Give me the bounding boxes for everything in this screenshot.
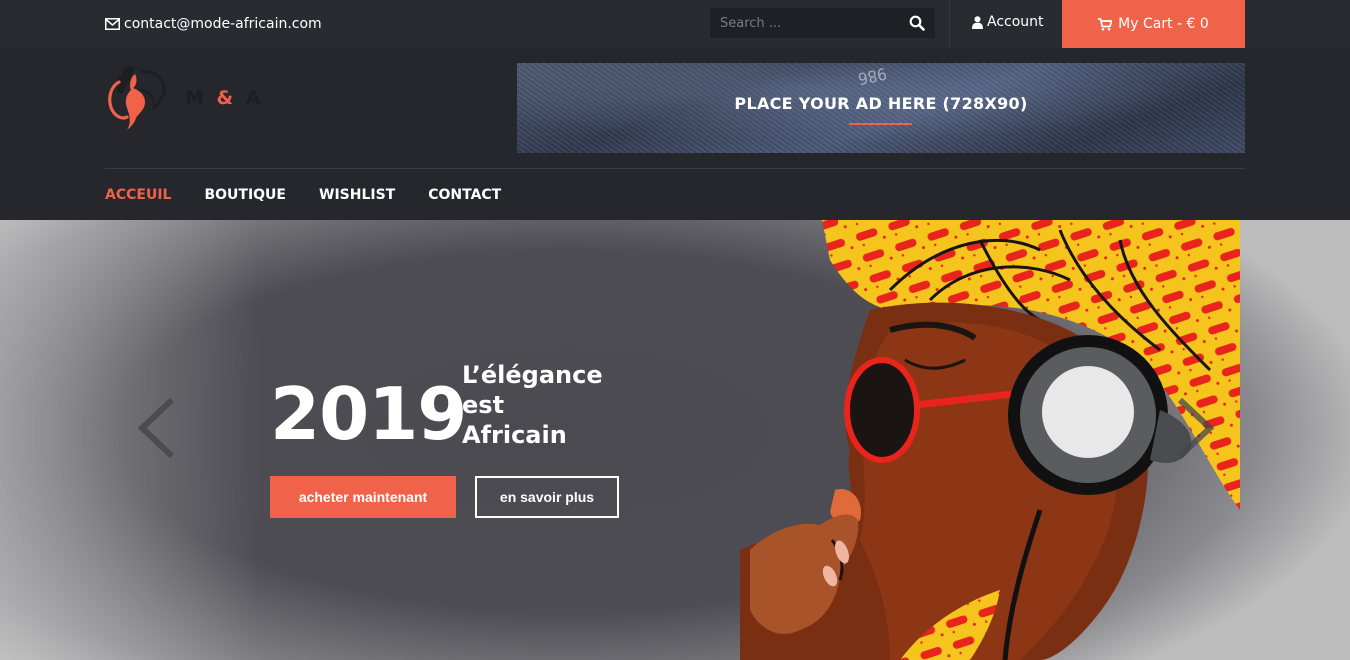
contact-email-text: contact@mode-africain.com: [124, 16, 322, 32]
nav-item-wishlist[interactable]: WISHLIST: [319, 187, 395, 205]
hero-tagline-line2: est: [462, 391, 505, 419]
buy-now-button[interactable]: acheter maintenant: [270, 476, 456, 518]
site-header: M & A 986 PLACE YOUR AD HERE (728X90) AC…: [0, 48, 1350, 220]
envelope-icon: [105, 18, 120, 30]
ad-underline: [849, 123, 912, 125]
contact-email[interactable]: contact@mode-africain.com: [105, 14, 322, 34]
nav-item-boutique[interactable]: BOUTIQUE: [204, 187, 286, 205]
search-input[interactable]: [710, 8, 900, 38]
shopping-cart-icon: [1098, 17, 1113, 31]
chevron-left-icon[interactable]: [136, 396, 176, 460]
account-link[interactable]: Account: [972, 14, 1044, 30]
logo-text: M & A: [185, 86, 264, 109]
topbar-divider: [949, 0, 950, 48]
account-label: Account: [987, 14, 1044, 30]
cart-button[interactable]: My Cart - € 0: [1062, 0, 1245, 48]
chevron-right-icon[interactable]: [1176, 396, 1216, 460]
ad-banner-text: PLACE YOUR AD HERE (728X90): [734, 94, 1028, 113]
hero-tagline: L’élégance est Africain: [462, 360, 622, 450]
user-icon: [972, 15, 983, 29]
hero-tagline-line3: Africain: [462, 421, 567, 449]
header-divider: [105, 168, 1245, 169]
logo-silhouette-icon: [108, 66, 166, 130]
hero-year: 2019: [270, 372, 467, 456]
main-nav: ACCEUIL BOUTIQUE WISHLIST CONTACT: [105, 187, 534, 205]
hero-illustration: [740, 220, 1240, 660]
hero-slider: 2019 L’élégance est Africain acheter mai…: [0, 220, 1350, 660]
learn-more-button[interactable]: en savoir plus: [475, 476, 619, 518]
search-icon[interactable]: [909, 15, 925, 31]
site-logo[interactable]: M & A: [105, 60, 275, 135]
top-bar: contact@mode-africain.com Account My Car…: [0, 0, 1350, 48]
nav-item-contact[interactable]: CONTACT: [428, 187, 501, 205]
hero-vignette: [0, 220, 260, 660]
hero-tagline-line1: L’élégance: [462, 361, 603, 389]
cart-label: My Cart - € 0: [1118, 16, 1209, 32]
nav-item-acceuil[interactable]: ACCEUIL: [105, 187, 171, 205]
ad-banner[interactable]: 986 PLACE YOUR AD HERE (728X90): [517, 63, 1245, 153]
search-box: [710, 8, 935, 38]
